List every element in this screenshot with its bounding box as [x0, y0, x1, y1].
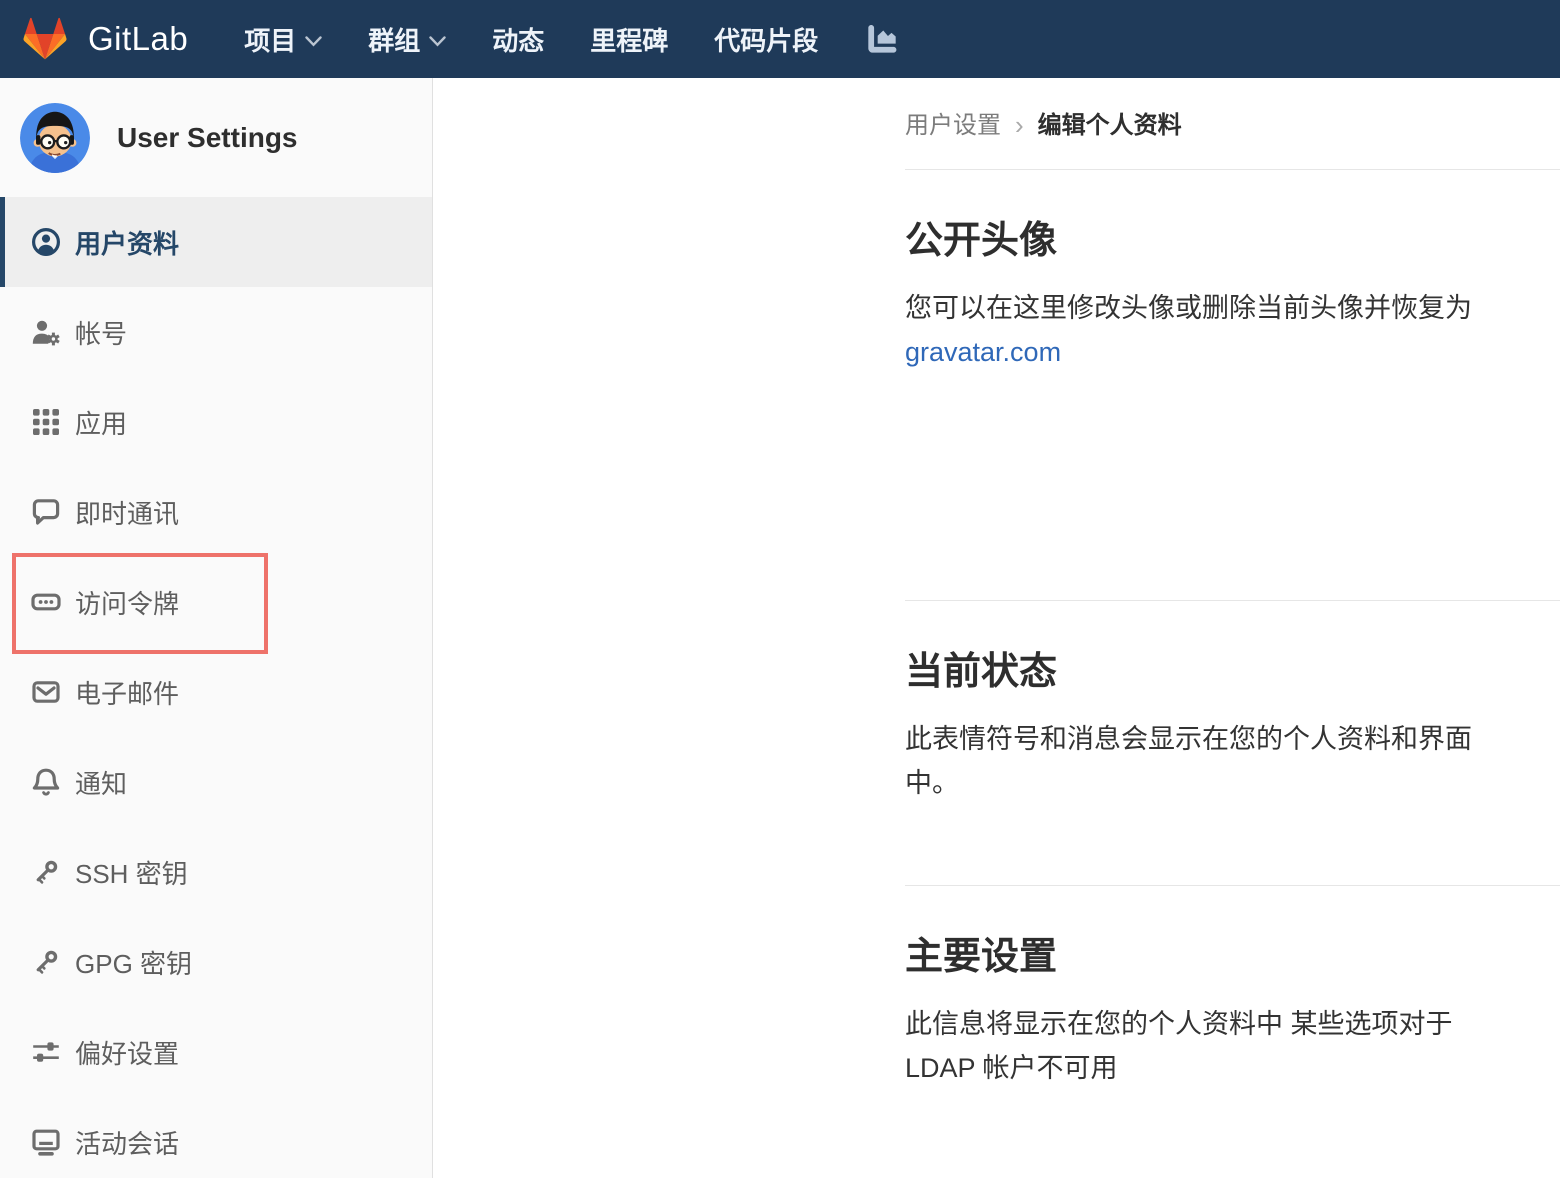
sliders-icon	[30, 1036, 62, 1068]
sidebar-item-gpg-keys[interactable]: GPG 密钥	[0, 917, 432, 1007]
top-navbar: GitLab 项目 群组 动态 里程碑 代码片段	[0, 0, 1560, 78]
sidebar-item-label: GPG 密钥	[75, 944, 192, 981]
breadcrumb-user-settings[interactable]: 用户设置	[905, 112, 1001, 140]
section-main-settings: 主要设置 此信息将显示在您的个人资料中 某些选项对于 LDAP 帐户不可用	[905, 886, 1560, 1090]
gitlab-home-link[interactable]: GitLab	[22, 17, 188, 61]
sidebar-item-profile[interactable]: 用户资料	[0, 197, 432, 287]
breadcrumb: 用户设置 › 编辑个人资料	[905, 78, 1560, 170]
gitlab-wordmark: GitLab	[88, 20, 188, 58]
sidebar-item-label: 通知	[75, 764, 127, 801]
sidebar-item-preferences[interactable]: 偏好设置	[0, 1007, 432, 1097]
nav-activity[interactable]: 动态	[492, 21, 544, 58]
sidebar-item-account[interactable]: 帐号	[0, 287, 432, 377]
nav-charts-button[interactable]	[864, 21, 900, 57]
chevron-down-icon	[305, 36, 322, 47]
user-gear-icon	[30, 316, 62, 348]
sidebar-item-label: 偏好设置	[75, 1034, 179, 1071]
chevron-down-icon	[429, 36, 446, 47]
mail-icon	[30, 676, 62, 708]
sidebar-title: User Settings	[117, 122, 298, 154]
gravatar-link[interactable]: gravatar.com	[905, 337, 1061, 367]
nav-milestones[interactable]: 里程碑	[590, 21, 668, 58]
sidebar-item-label: SSH 密钥	[75, 854, 188, 891]
bar-chart-icon	[864, 21, 900, 57]
section-title-public-avatar: 公开头像	[905, 218, 1560, 264]
token-pill-icon	[30, 586, 62, 618]
sidebar-item-active-sessions[interactable]: 活动会话	[0, 1097, 432, 1178]
section-desc-public-avatar: 您可以在这里修改头像或删除当前头像并恢复为 gravatar.com	[905, 286, 1505, 374]
sidebar-item-emails[interactable]: 电子邮件	[0, 647, 432, 737]
key-icon	[30, 946, 62, 978]
user-avatar	[20, 103, 90, 173]
sidebar-item-label: 用户资料	[75, 224, 179, 261]
nav-projects[interactable]: 项目	[244, 21, 322, 58]
monitor-icon	[30, 1126, 62, 1158]
sidebar-item-notifications[interactable]: 通知	[0, 737, 432, 827]
primary-nav: 项目 群组 动态 里程碑 代码片段	[244, 21, 900, 58]
sidebar-item-chat[interactable]: 即时通讯	[0, 467, 432, 557]
nav-groups[interactable]: 群组	[368, 21, 446, 58]
sidebar-item-label: 电子邮件	[75, 674, 179, 711]
bell-icon	[30, 766, 62, 798]
key-icon	[30, 856, 62, 888]
breadcrumb-separator-icon: ›	[1015, 111, 1024, 139]
section-current-status: 当前状态 此表情符号和消息会显示在您的个人资料和界面中。	[905, 601, 1560, 886]
sidebar-header: User Settings	[0, 78, 432, 197]
breadcrumb-current: 编辑个人资料	[1038, 112, 1182, 140]
sidebar-nav-list: 用户资料 帐号	[0, 197, 432, 1178]
section-desc-main-settings: 此信息将显示在您的个人资料中 某些选项对于 LDAP 帐户不可用	[905, 1002, 1505, 1090]
profile-circle-icon	[30, 226, 62, 258]
gitlab-tanuki-icon	[22, 17, 68, 61]
sidebar-item-applications[interactable]: 应用	[0, 377, 432, 467]
section-desc-current-status: 此表情符号和消息会显示在您的个人资料和界面中。	[905, 717, 1505, 805]
section-public-avatar: 公开头像 您可以在这里修改头像或删除当前头像并恢复为 gravatar.com	[905, 170, 1560, 601]
sidebar-item-access-tokens[interactable]: 访问令牌	[0, 557, 432, 647]
avatar-form-area	[905, 374, 1560, 600]
sidebar-item-label: 帐号	[75, 314, 127, 351]
grid-icon	[30, 406, 62, 438]
chat-bubble-icon	[30, 496, 62, 528]
main-content: 用户设置 › 编辑个人资料 公开头像 您可以在这里修改头像或删除当前头像并恢复为…	[433, 78, 1560, 1178]
sidebar-item-label: 访问令牌	[75, 584, 179, 621]
sidebar-item-label: 应用	[75, 404, 127, 441]
sidebar-item-label: 活动会话	[75, 1124, 179, 1161]
sidebar-item-label: 即时通讯	[75, 494, 179, 531]
sidebar-item-ssh-keys[interactable]: SSH 密钥	[0, 827, 432, 917]
section-title-current-status: 当前状态	[905, 649, 1560, 695]
settings-sidebar: User Settings 用户资料	[0, 78, 433, 1178]
nav-snippets[interactable]: 代码片段	[714, 21, 818, 58]
section-title-main-settings: 主要设置	[905, 934, 1560, 980]
